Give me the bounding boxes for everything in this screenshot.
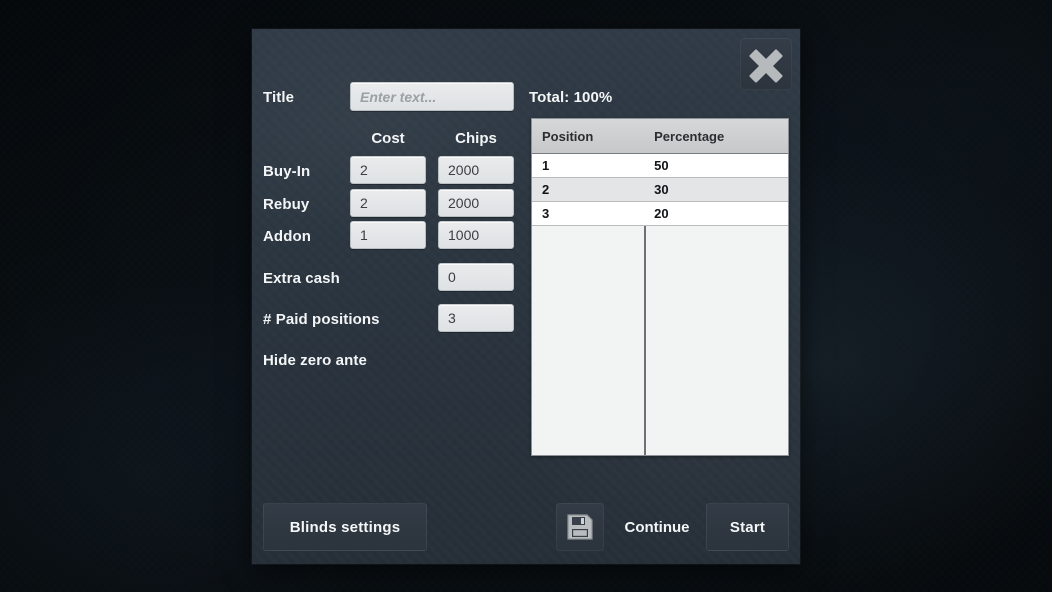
rebuy-chips-input[interactable] <box>438 189 514 217</box>
header-cell-percentage: Percentage <box>654 128 725 144</box>
payout-table[interactable]: Position Percentage 1 50 2 30 3 20 <box>531 118 789 456</box>
buyin-label: Buy-In <box>263 163 311 180</box>
table-row[interactable]: 1 50 <box>532 154 788 178</box>
continue-button[interactable]: Continue <box>608 503 706 551</box>
chips-column-header: Chips <box>455 130 497 147</box>
extra-cash-input[interactable] <box>438 263 514 291</box>
save-button[interactable] <box>556 503 604 551</box>
extra-cash-label: Extra cash <box>263 270 340 287</box>
rebuy-cost-input[interactable] <box>350 189 426 217</box>
paid-positions-input[interactable] <box>438 304 514 332</box>
tournament-settings-dialog: Title Total: 100% Cost Chips Buy-In Rebu… <box>252 29 800 564</box>
close-x-icon <box>749 49 783 83</box>
floppy-disk-save-icon <box>567 514 593 540</box>
title-input[interactable] <box>350 82 514 111</box>
cell-position: 3 <box>542 206 550 221</box>
cost-column-header: Cost <box>371 130 405 147</box>
rebuy-label: Rebuy <box>263 196 310 213</box>
start-button[interactable]: Start <box>706 503 789 551</box>
title-label: Title <box>263 89 295 106</box>
buyin-cost-input[interactable] <box>350 156 426 184</box>
cell-percentage: 50 <box>654 158 669 173</box>
table-row[interactable]: 2 30 <box>532 178 788 202</box>
paid-positions-label: # Paid positions <box>263 311 380 328</box>
addon-chips-input[interactable] <box>438 221 514 249</box>
table-header-row: Position Percentage <box>532 119 788 154</box>
cell-position: 1 <box>542 158 550 173</box>
cell-percentage: 30 <box>654 182 669 197</box>
header-cell-position: Position <box>542 128 594 144</box>
blinds-settings-button[interactable]: Blinds settings <box>263 503 427 551</box>
cell-percentage: 20 <box>654 206 669 221</box>
close-button[interactable] <box>740 38 792 90</box>
cell-position: 2 <box>542 182 550 197</box>
hide-zero-ante-label: Hide zero ante <box>263 352 367 369</box>
addon-cost-input[interactable] <box>350 221 426 249</box>
table-row[interactable]: 3 20 <box>532 202 788 226</box>
addon-label: Addon <box>263 228 311 245</box>
buyin-chips-input[interactable] <box>438 156 514 184</box>
app-root: Title Total: 100% Cost Chips Buy-In Rebu… <box>0 0 1052 592</box>
total-percentage-label: Total: 100% <box>529 89 613 106</box>
